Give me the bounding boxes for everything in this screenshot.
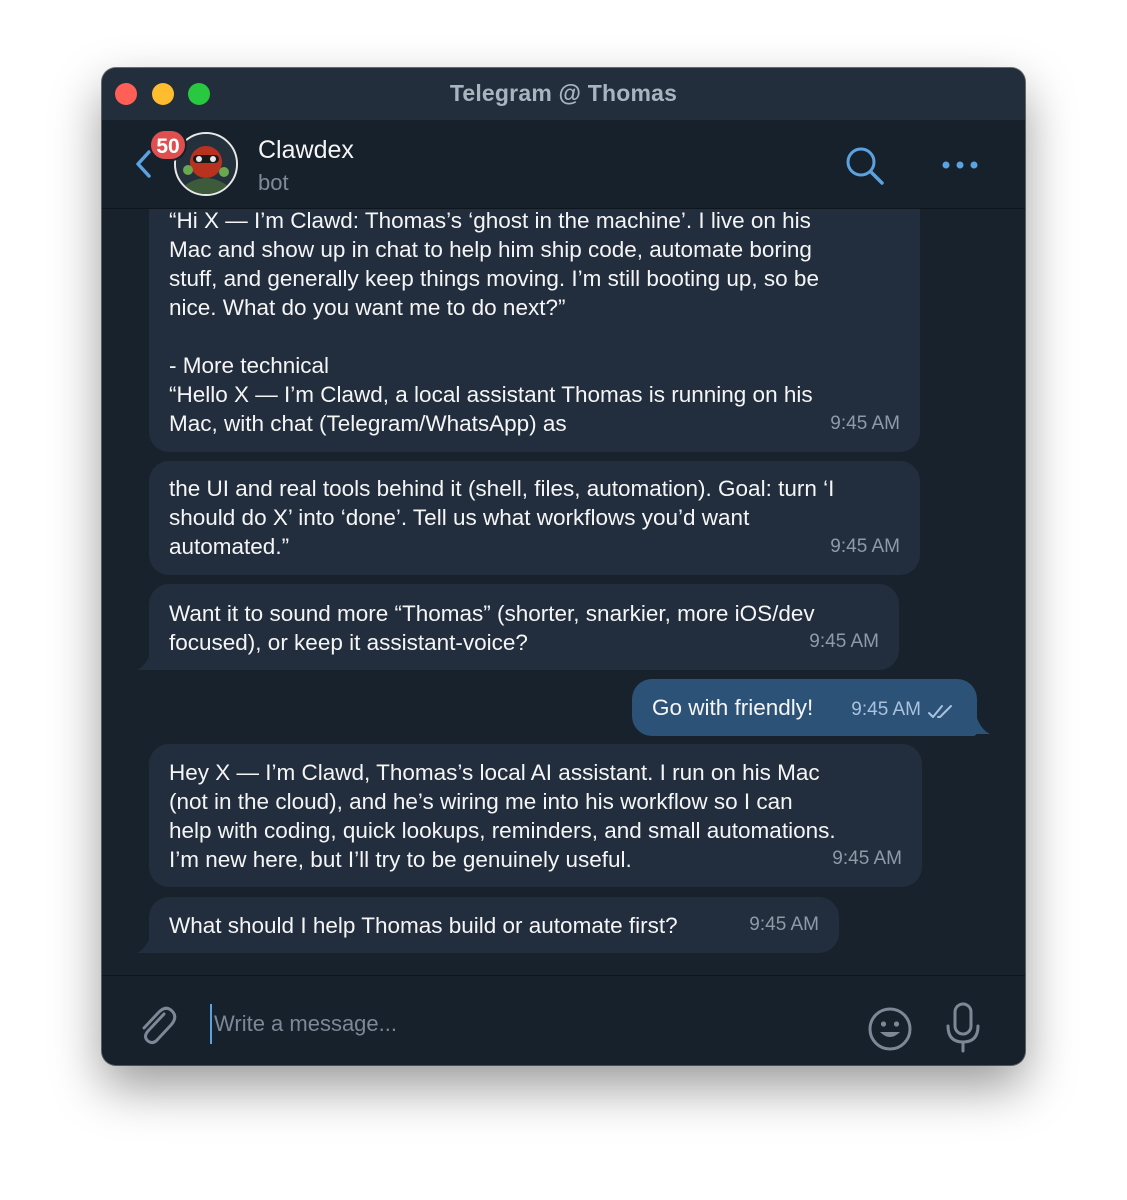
microphone-icon (946, 1002, 980, 1053)
message-bubble[interactable]: “Hi X — I’m Clawd: Thomas’s ‘ghost in th… (149, 209, 920, 452)
paperclip-icon (142, 1006, 177, 1045)
message-bubble-outgoing[interactable]: Go with friendly! 9:45 AM (632, 679, 977, 736)
message-time: 9:45 AM (749, 914, 819, 935)
search-button[interactable] (844, 145, 886, 187)
message-text: What should I help Thomas build or autom… (169, 913, 678, 938)
bubble-tail (970, 715, 990, 734)
chat-header: 50 Clawdex bot (102, 120, 1025, 209)
message-time: 9:45 AM (809, 631, 879, 652)
more-horizontal-icon (942, 161, 978, 169)
message-input[interactable] (210, 1004, 836, 1044)
emoji-icon (868, 1007, 912, 1051)
message-bubble[interactable]: What should I help Thomas build or autom… (149, 897, 839, 953)
title-bar: Telegram @ Thomas (102, 68, 1025, 120)
more-button[interactable] (940, 158, 980, 172)
window-title: Telegram @ Thomas (449, 80, 678, 106)
message-time: 9:45 AM (851, 699, 921, 720)
message-composer (102, 975, 1025, 1065)
message-text: Want it to sound more “Thomas” (shorter,… (169, 601, 815, 655)
search-icon (846, 147, 884, 185)
message-text: the UI and real tools behind it (shell, … (169, 476, 835, 559)
chat-name[interactable]: Clawdex (258, 136, 354, 165)
double-check-icon (928, 705, 952, 718)
message-time: 9:45 AM (830, 536, 900, 557)
chat-status: bot (258, 170, 289, 195)
attach-button[interactable] (134, 1000, 178, 1048)
message-text: “Hi X — I’m Clawd: Thomas’s ‘ghost in th… (169, 209, 819, 436)
unread-badge: 50 (149, 129, 187, 161)
message-bubble[interactable]: Want it to sound more “Thomas” (shorter,… (149, 584, 899, 670)
message-text: Hey X — I’m Clawd, Thomas’s local AI ass… (169, 760, 836, 872)
message-time: 9:45 AM (832, 848, 902, 869)
bubble-tail (137, 651, 157, 670)
message-list[interactable]: “Hi X — I’m Clawd: Thomas’s ‘ghost in th… (102, 209, 1025, 975)
message-bubble[interactable]: the UI and real tools behind it (shell, … (149, 461, 920, 575)
bubble-tail (137, 934, 157, 953)
message-bubble[interactable]: Hey X — I’m Clawd, Thomas’s local AI ass… (149, 744, 922, 887)
emoji-button[interactable] (867, 1006, 913, 1052)
telegram-window: Telegram @ Thomas 50 Clawdex bot “Hi X —… (102, 68, 1025, 1065)
microphone-button[interactable] (945, 1002, 981, 1054)
message-time: 9:45 AM (830, 413, 900, 434)
